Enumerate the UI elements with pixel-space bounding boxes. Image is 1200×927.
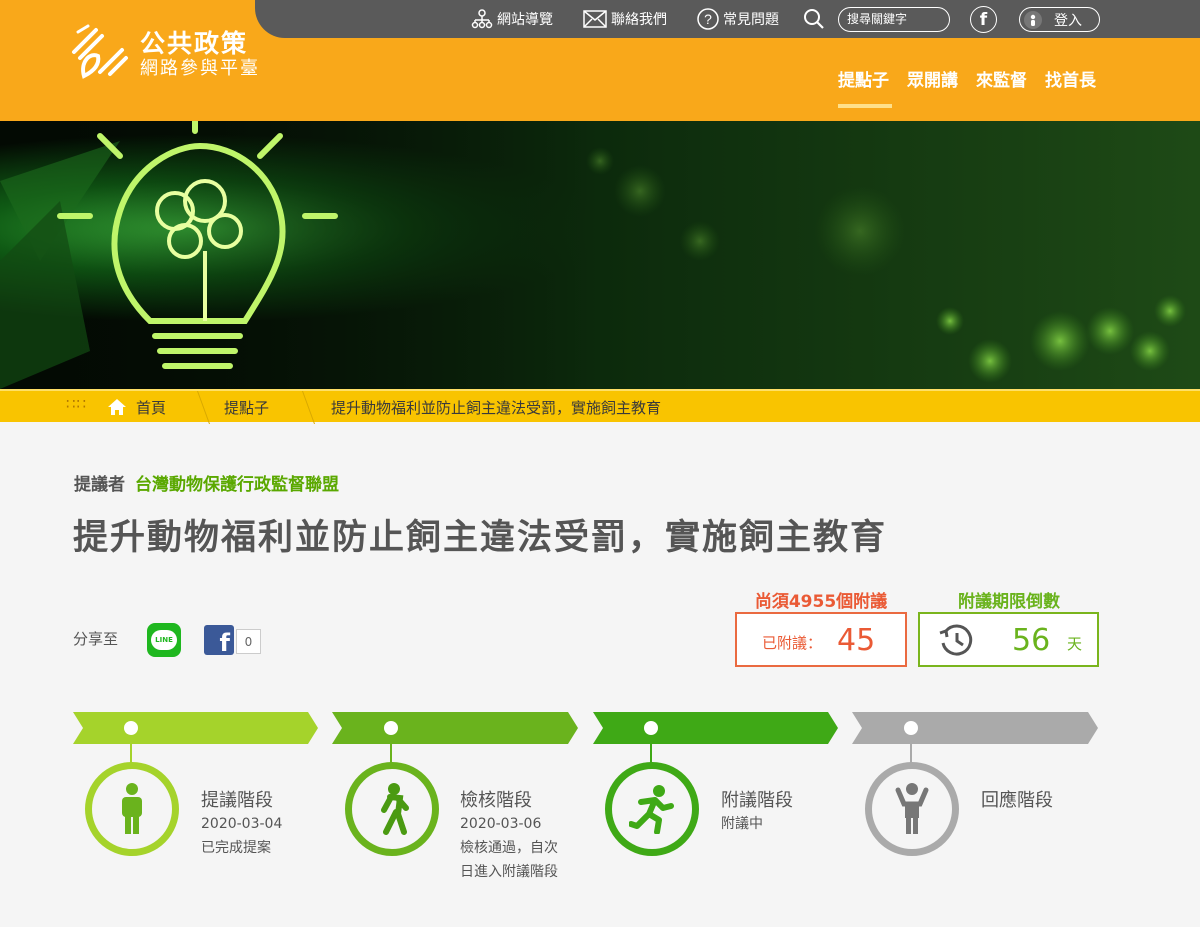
contact-link[interactable]: 聯絡我們 [583, 0, 667, 38]
faq-link[interactable]: ? 常見問題 [697, 0, 779, 38]
share-label: 分享至 [73, 630, 119, 648]
contact-label: 聯絡我們 [611, 12, 667, 28]
clock-icon [939, 624, 973, 656]
utility-bar: 網站導覽 聯絡我們 ? 常見問題 搜尋關鍵字 f 登入 [255, 0, 1200, 38]
nav-discuss[interactable]: 眾開講 [907, 66, 958, 91]
stage-proposal-date: 2020-03-04 [201, 816, 283, 832]
proposal-title: 提升動物福利並防止飼主違法受罰，實施飼主教育 [73, 518, 888, 558]
stage-marker [904, 721, 918, 735]
stage-review-name: 檢核階段 [460, 790, 532, 811]
signatures-needed: 尚須4955個附議 [754, 592, 888, 612]
search-button[interactable] [803, 0, 825, 38]
stage-review-circle [345, 762, 439, 856]
svg-text:?: ? [704, 11, 712, 27]
proposer-name[interactable]: 台灣動物保護行政監督聯盟 [135, 475, 339, 495]
signed-count-box: 已附議： 45 [735, 612, 907, 667]
logo-mark-icon [72, 24, 128, 79]
sitemap-link[interactable]: 網站導覽 [471, 0, 553, 38]
nav-propose[interactable]: 提點子 [838, 66, 889, 91]
nav-officials[interactable]: 找首長 [1045, 66, 1096, 91]
stage-connector [130, 735, 132, 765]
hero-banner [0, 121, 1200, 389]
sitemap-label: 網站導覽 [497, 12, 553, 28]
line-share-button[interactable]: LINE [147, 623, 181, 657]
facebook-icon: f [219, 629, 230, 657]
home-icon [108, 399, 126, 415]
login-label: 登入 [1054, 12, 1082, 29]
breadcrumb: ∷∷ 首頁 提點子 提升動物福利並防止飼主違法受罰，實施飼主教育 [0, 389, 1200, 424]
line-icon: LINE [151, 630, 177, 650]
breadcrumb-separator [196, 391, 211, 424]
facebook-share-count: 0 [236, 629, 261, 654]
mail-icon [583, 10, 607, 28]
grid-icon: ∷∷ [66, 395, 88, 413]
login-button[interactable]: 登入 [1019, 7, 1100, 32]
site-header: 公共政策 網路參與平臺 網站導覽 聯絡我們 ? 常見問題 搜尋關鍵字 f 登入 … [0, 0, 1200, 121]
countdown-box: 56 天 [918, 612, 1099, 667]
breadcrumb-current: 提升動物福利並防止飼主違法受罰，實施飼主教育 [331, 399, 662, 417]
help-icon: ? [697, 8, 719, 30]
stage-proposal-circle [85, 762, 179, 856]
stage-review-status-line2: 日進入附議階段 [460, 864, 558, 880]
countdown-label: 附議期限倒數 [958, 592, 1060, 612]
countdown-days: 56 [1012, 623, 1051, 658]
signed-count: 45 [837, 623, 876, 658]
stage-marker [644, 721, 658, 735]
proposer-label: 提議者 [74, 475, 125, 495]
stage-response-name: 回應階段 [981, 790, 1053, 811]
stage-connector [910, 735, 912, 765]
nav-monitor[interactable]: 來監督 [976, 66, 1027, 91]
nav-active-indicator [838, 104, 892, 108]
stage-marker [384, 721, 398, 735]
search-icon [804, 9, 824, 29]
stage-review-date: 2020-03-06 [460, 816, 542, 832]
stage-progress-bar [73, 712, 1098, 744]
logo-subtitle: 網路參與平臺 [140, 58, 260, 79]
stage-endorse-status: 附議中 [721, 816, 763, 832]
person-walking-icon [381, 783, 409, 835]
proposer-line: 提議者 台灣動物保護行政監督聯盟 [74, 470, 339, 495]
site-logo[interactable]: 公共政策 網路參與平臺 [70, 22, 270, 82]
person-arms-up-icon [895, 783, 929, 834]
sitemap-icon [471, 9, 493, 29]
stage-proposal-status: 已完成提案 [201, 840, 271, 856]
breadcrumb-section[interactable]: 提點子 [224, 397, 269, 418]
person-running-icon [629, 785, 674, 834]
stage-proposal-name: 提議階段 [201, 790, 273, 811]
faq-label: 常見問題 [723, 12, 779, 28]
search-input[interactable]: 搜尋關鍵字 [838, 7, 950, 32]
stage-connector [390, 735, 392, 765]
countdown-unit: 天 [1067, 635, 1083, 653]
breadcrumb-home[interactable]: 首頁 [136, 397, 166, 418]
lightbulb-banner-image [0, 121, 1200, 389]
stage-marker [124, 721, 138, 735]
facebook-link[interactable]: f [970, 6, 997, 33]
breadcrumb-separator [301, 391, 316, 424]
facebook-share-button[interactable]: f [204, 625, 234, 655]
stage-endorse-name: 附議階段 [721, 790, 793, 811]
stage-connector [650, 735, 652, 765]
facebook-icon: f [979, 9, 988, 30]
signed-label: 已附議： [762, 634, 823, 652]
stage-endorse-circle [605, 762, 699, 856]
user-icon [1024, 10, 1042, 29]
stage-response-circle [865, 762, 959, 856]
person-standing-icon [122, 783, 142, 834]
stage-review-status-line1: 檢核通過，自次 [460, 840, 558, 856]
